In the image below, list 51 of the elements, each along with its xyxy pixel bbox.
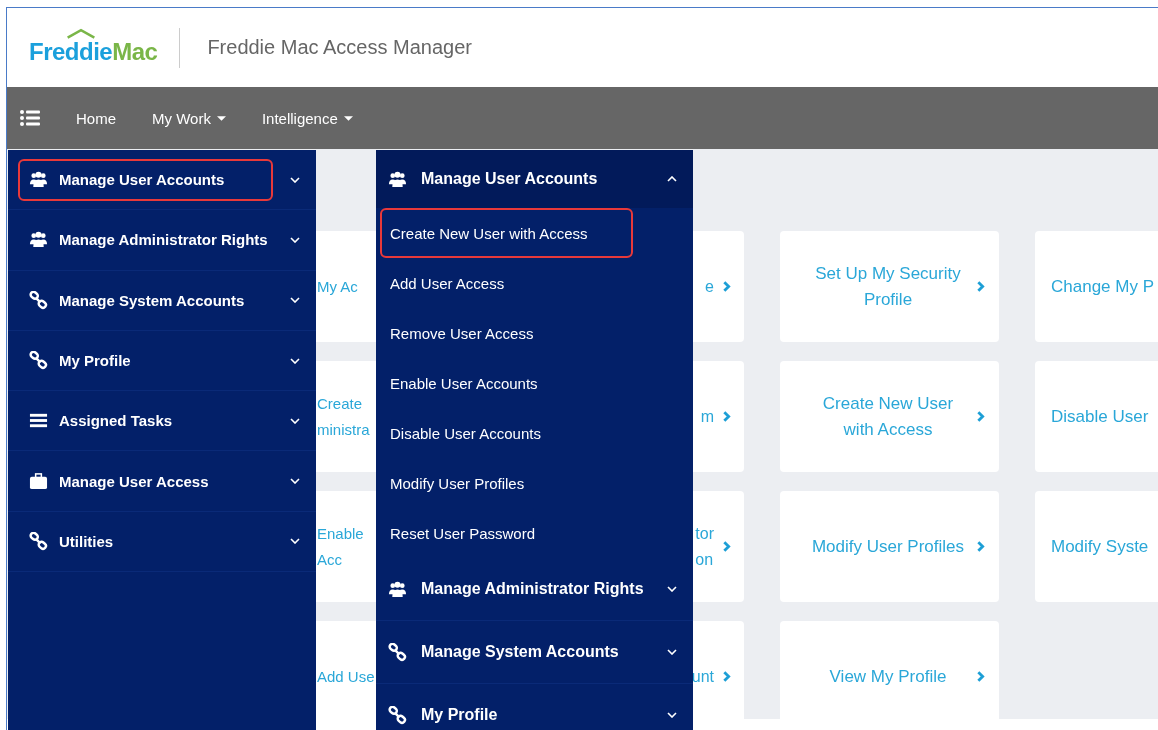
submenu-item[interactable]: Reset User Password <box>380 508 633 558</box>
sidebar-item[interactable]: Manage Administrator Rights <box>8 210 316 271</box>
chevron-icon <box>290 417 300 424</box>
users-icon <box>29 230 48 250</box>
users-icon <box>388 169 407 189</box>
users-icon <box>29 170 48 190</box>
submenu-item[interactable]: Add User Access <box>380 258 633 308</box>
logo: FreddieMac <box>29 29 158 66</box>
nav-link[interactable]: Home <box>76 109 116 127</box>
chevron-icon <box>976 540 985 553</box>
caret-icon <box>216 115 226 121</box>
nav-link[interactable]: My Work <box>152 109 226 127</box>
chevron-icon <box>976 280 985 293</box>
chevron-icon <box>290 297 300 304</box>
menu-icon[interactable] <box>20 110 40 126</box>
link-icon <box>29 351 48 371</box>
caret-icon <box>343 115 353 121</box>
briefcase-icon <box>29 471 48 491</box>
chevron-icon <box>290 478 300 485</box>
chevron-icon <box>290 538 300 545</box>
chevron-icon <box>667 586 677 592</box>
app-title: Freddie Mac Access Manager <box>207 36 472 59</box>
chevron-icon <box>667 176 677 182</box>
chevron-icon <box>722 540 731 553</box>
submenu-item[interactable]: Modify User Profiles <box>380 458 633 508</box>
chevron-icon <box>722 670 731 683</box>
submenu-item[interactable]: Create New User with Access <box>380 208 633 258</box>
link-icon <box>388 642 407 662</box>
users-icon <box>388 579 407 599</box>
sidebar-item[interactable]: Manage System Accounts <box>8 270 316 331</box>
menu-section[interactable]: Manage User Accounts <box>376 150 693 208</box>
chevron-icon <box>667 649 677 655</box>
chevron-icon <box>722 280 731 293</box>
chevron-icon <box>976 410 985 423</box>
sidebar-item[interactable]: Assigned Tasks <box>8 391 316 452</box>
submenu-item[interactable]: Disable User Accounts <box>380 408 633 458</box>
sidebar-item[interactable]: My Profile <box>8 330 316 392</box>
submenu-item[interactable]: Enable User Accounts <box>380 358 633 408</box>
link-icon <box>29 290 48 310</box>
chevron-icon <box>290 357 300 364</box>
link-icon <box>29 531 48 551</box>
chevron-icon <box>290 236 300 243</box>
link-icon <box>388 705 407 725</box>
chevron-icon <box>290 176 300 183</box>
chevron-icon <box>976 670 985 683</box>
nav-link[interactable]: Intelligence <box>261 109 353 127</box>
sidebar-item[interactable]: Manage User Access <box>8 451 316 512</box>
submenu-item[interactable]: Remove User Access <box>380 308 633 358</box>
chevron-icon <box>722 410 731 423</box>
sidebar-item[interactable]: Utilities <box>8 511 316 573</box>
chevron-icon <box>667 712 677 718</box>
